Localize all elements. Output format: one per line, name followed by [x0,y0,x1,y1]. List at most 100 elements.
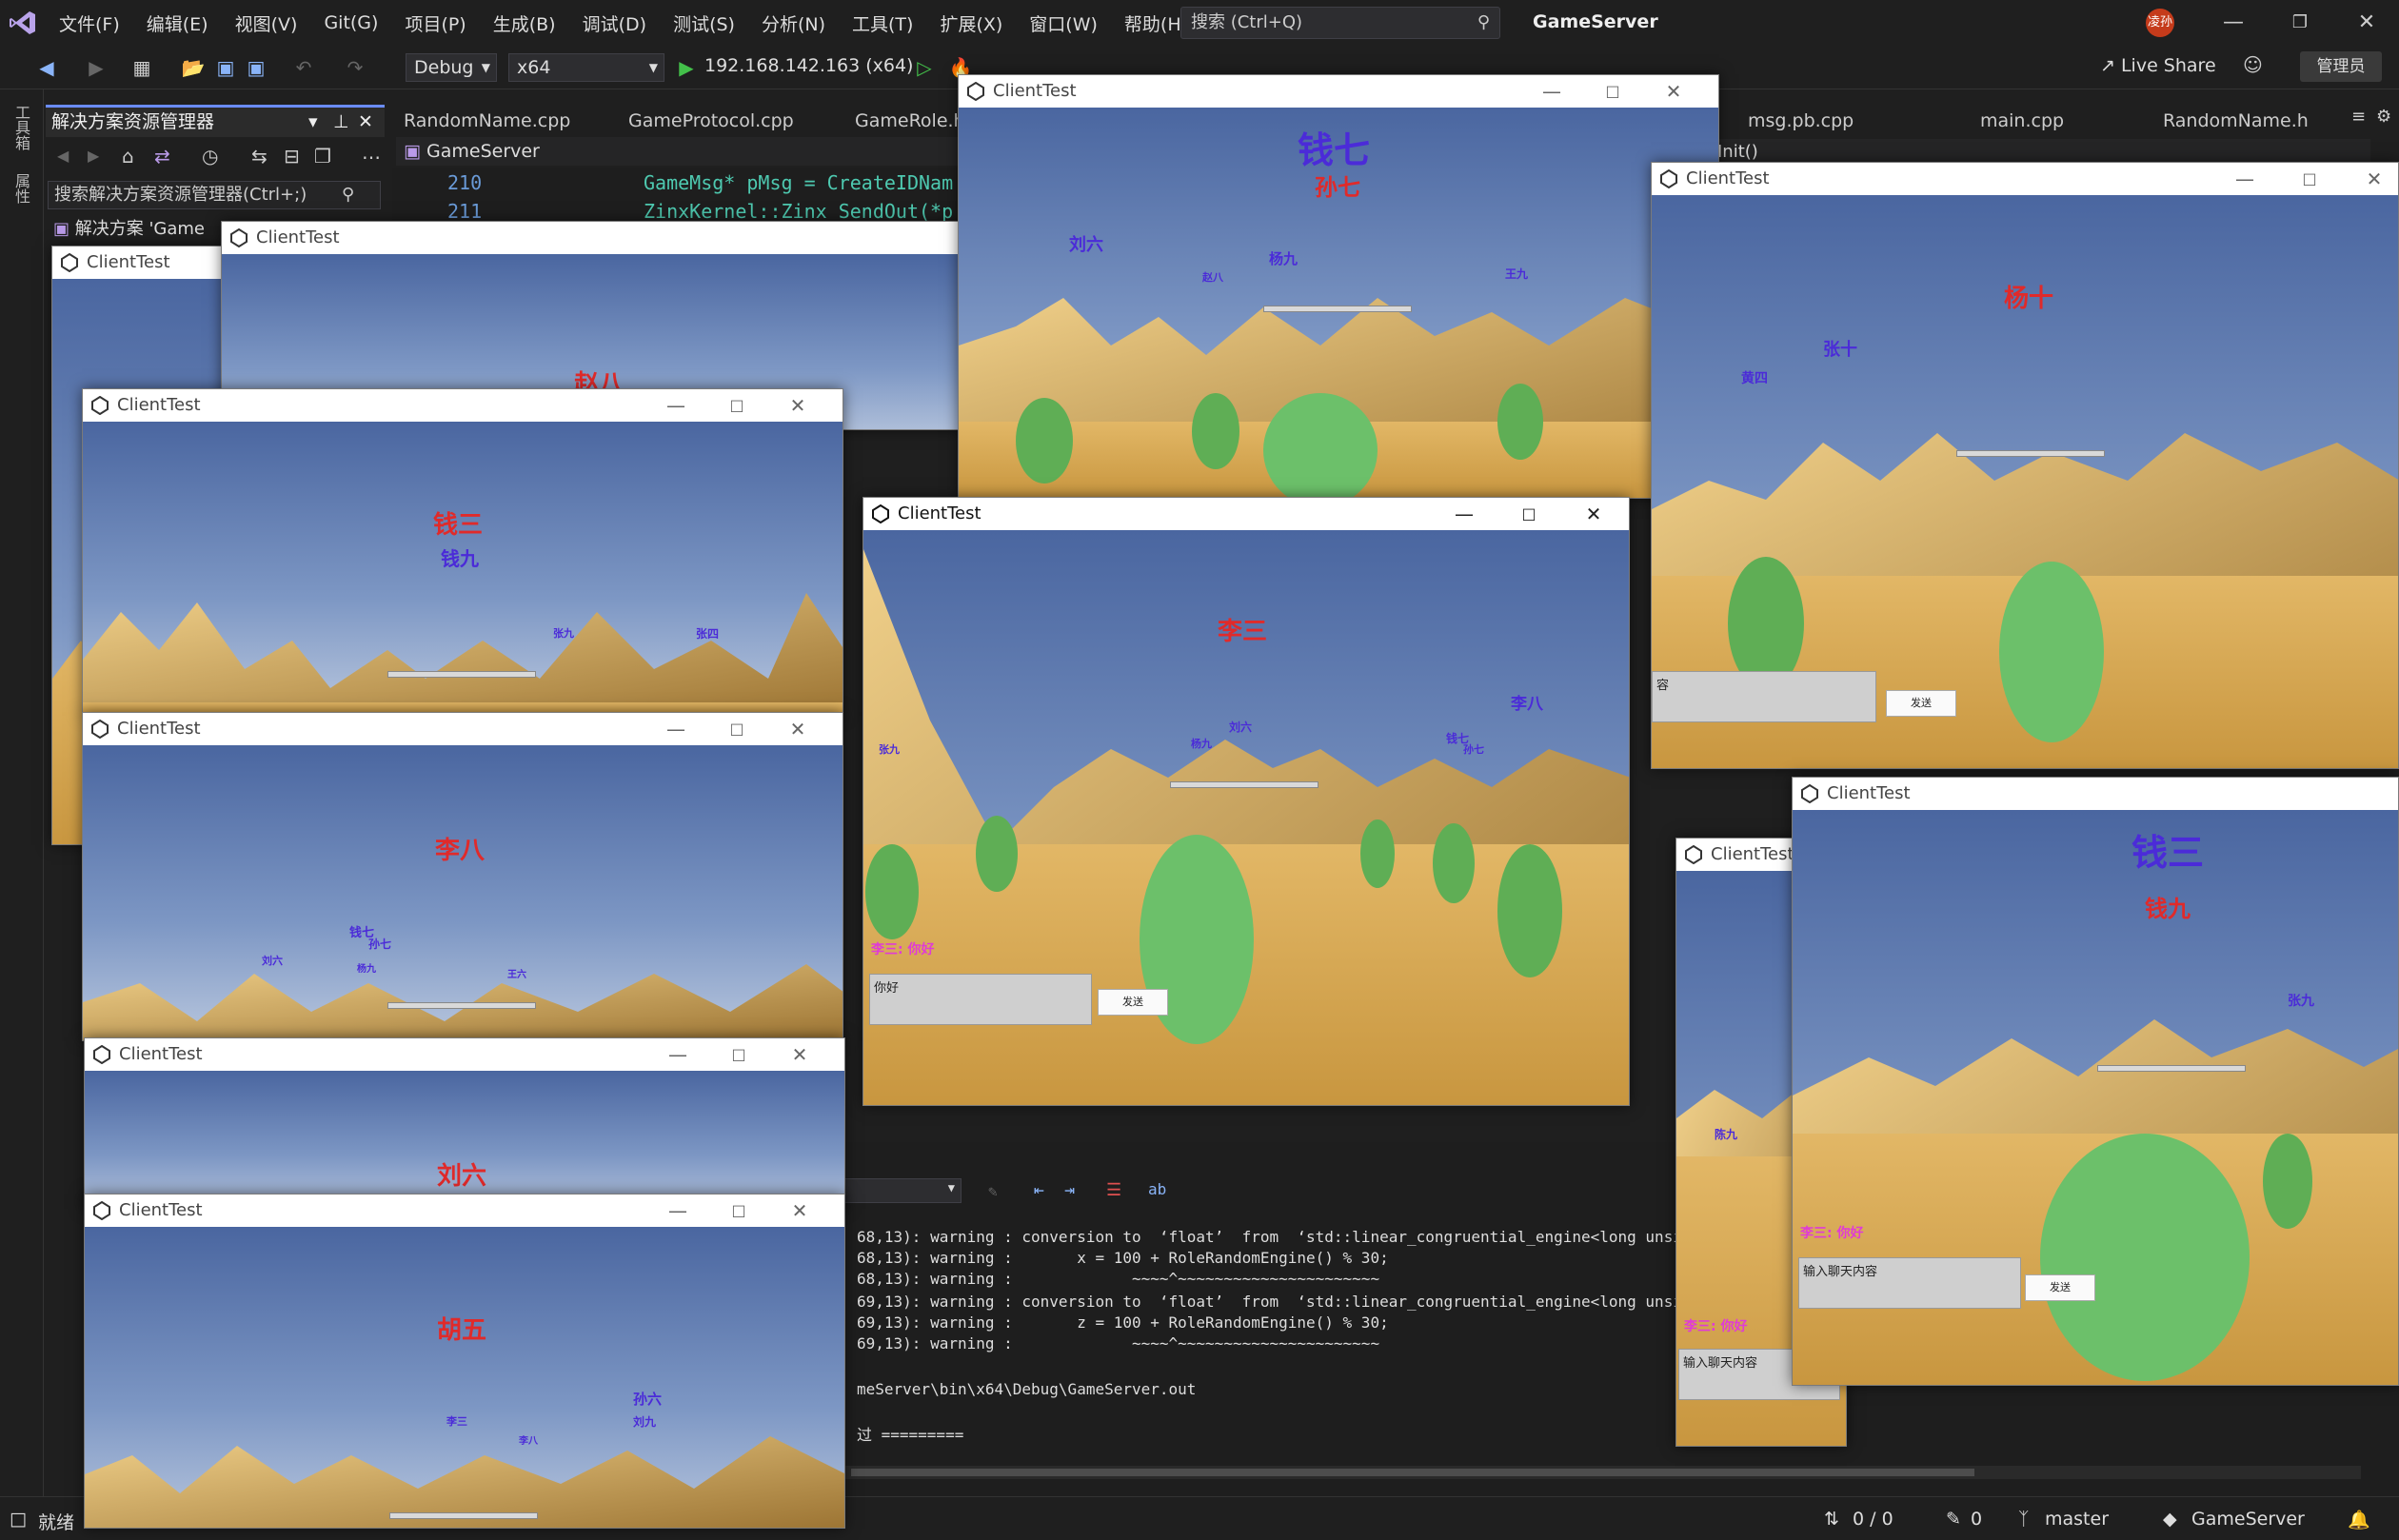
breadcrumb[interactable]: ▣ GameServer [396,137,967,166]
sync-icon[interactable]: ⇆ [251,145,268,168]
show-all-files-icon[interactable]: ❐ [314,145,331,168]
redo-icon[interactable]: ↷ [343,55,367,80]
history-icon[interactable]: ◷ [202,145,218,168]
close-icon[interactable]: ✕ [778,1196,822,1225]
window-titlebar[interactable]: ClientTest — □ ✕ [959,75,1718,108]
chat-input[interactable]: 输入聊天内容 [1798,1257,2021,1309]
code-editor[interactable]: 210 GameMsg* pMsg = CreateIDNam 211 Zinx… [392,168,963,225]
next-message-icon[interactable]: ⇥ [1064,1180,1075,1200]
admin-button[interactable]: 管理员 [2300,51,2382,82]
client-window[interactable]: ClientTest — □ ✕ 李八 钱七 孙七 刘六 杨九 王六 [82,712,843,1041]
maximize-icon[interactable]: □ [717,1040,761,1069]
tab-list-icon[interactable]: ≡ [2351,107,2366,127]
solution-tree-item[interactable]: ▣ 解决方案 'Game [53,215,205,240]
game-viewport[interactable]: 钱三 钱九 张九 李三: 你好 输入聊天内容 发送 [1793,810,2398,1385]
game-viewport[interactable]: 李三 李八 刘六 杨九 钱七 孙七 张九 李三: 你好 你好 发送 [863,530,1629,1105]
live-share-button[interactable]: ↗ Live Share [2100,55,2216,76]
back-icon[interactable]: ◀ [57,147,69,165]
minimize-icon[interactable]: — [654,391,698,420]
client-window[interactable]: ClientTest 钱三 钱九 张九 李三: 你好 输入聊天内容 发送 [1792,777,2399,1386]
word-wrap-icon[interactable]: ab [1148,1180,1166,1198]
configuration-select[interactable]: Debug ▼ [406,53,497,82]
client-window[interactable]: ClientTest — □ ✕ 钱三 钱九 张九 张四 [82,388,843,716]
window-titlebar[interactable]: ClientTest [1793,778,2398,810]
status-repo[interactable]: GameServer [2191,1509,2305,1530]
close-icon[interactable]: ✕ [776,715,820,743]
open-folder-icon[interactable]: 📂 [181,55,206,80]
collapse-all-icon[interactable]: ⊟ [284,145,300,168]
menu-test[interactable]: 测试(S) [660,10,748,36]
solution-search-input[interactable]: 搜索解决方案资源管理器(Ctrl+;) ⚲ [48,181,381,209]
forward-icon[interactable]: ▶ [88,147,99,165]
status-branch[interactable]: master [2045,1509,2109,1530]
output-scrollbar[interactable] [838,1466,2361,1479]
window-titlebar[interactable]: ClientTest — □ ✕ [863,498,1629,530]
save-all-icon[interactable]: ▣ [244,55,268,80]
send-button[interactable]: 发送 [2025,1274,2095,1301]
tab-randomname-cpp[interactable]: RandomName.cpp [392,107,613,135]
client-window[interactable]: ClientTest — □ ✕ 胡五 孙六 刘九 李三 李八 [84,1194,845,1529]
minimize-icon[interactable]: — [656,1196,700,1225]
minimize-icon[interactable]: — [2207,0,2260,46]
search-input[interactable]: 搜索 (Ctrl+Q) ⚲ [1180,7,1500,39]
menu-git[interactable]: Git(G) [310,12,391,33]
menu-analyze[interactable]: 分析(N) [748,10,839,36]
client-window[interactable]: ClientTest — □ ✕ 杨十 张十 黄四 容 发送 [1651,162,2399,769]
save-icon[interactable]: ▣ [213,55,238,80]
tab-main-cpp[interactable]: main.cpp [1969,107,2150,135]
close-icon[interactable]: ✕ [2352,165,2396,193]
properties-tab[interactable]: 属性 [11,173,32,204]
window-titlebar[interactable]: ClientTest [52,247,231,279]
restore-icon[interactable]: ❐ [2273,0,2327,46]
vs-switch-icon[interactable]: ⇄ [154,145,170,168]
platform-select[interactable]: x64 ▼ [508,53,664,82]
maximize-icon[interactable]: □ [1591,77,1635,106]
menu-edit[interactable]: 编辑(E) [133,10,222,36]
window-titlebar[interactable]: ClientTest — □ ✕ [1652,163,2398,195]
close-icon[interactable]: ✕ [778,1040,822,1069]
menu-project[interactable]: 项目(P) [391,10,479,36]
maximize-icon[interactable]: □ [715,391,759,420]
window-titlebar[interactable]: ClientTest — □ ✕ [83,389,843,422]
forward-icon[interactable]: ▶ [84,55,109,80]
status-lines[interactable]: 0 / 0 [1853,1509,1893,1530]
minimize-icon[interactable]: — [2223,165,2267,193]
menu-extensions[interactable]: 扩展(X) [926,10,1016,36]
game-viewport[interactable]: 李八 钱七 孙七 刘六 杨九 王六 [83,745,843,1040]
tab-randomname-h[interactable]: RandomName.h [2151,107,2359,135]
undo-icon[interactable]: ↶ [291,55,316,80]
status-changes[interactable]: 0 [1971,1509,1982,1530]
clear-output-icon[interactable]: ✎ [988,1182,998,1200]
dropdown-icon[interactable]: ▾ [308,108,318,136]
avatar[interactable]: 凌孙 [2146,9,2174,37]
chat-input[interactable]: 容 [1652,671,1876,722]
menu-view[interactable]: 视图(V) [222,10,311,36]
pin-icon[interactable]: ⊥ [333,108,349,136]
run-target[interactable]: 192.168.142.163 (x64) [704,55,913,76]
menu-file[interactable]: 文件(F) [46,10,133,36]
window-titlebar[interactable]: ClientTest — □ ✕ [85,1194,844,1227]
scrollbar-thumb[interactable] [851,1469,1974,1476]
game-viewport[interactable]: 胡五 孙六 刘九 李三 李八 [85,1227,844,1528]
close-icon[interactable]: ✕ [1572,500,1616,528]
close-icon[interactable]: ✕ [1652,77,1695,106]
maximize-icon[interactable]: □ [715,715,759,743]
send-button[interactable]: 发送 [1886,690,1956,717]
minimize-icon[interactable]: — [656,1040,700,1069]
tab-gameprotocol-cpp[interactable]: GameProtocol.cpp [617,107,842,135]
maximize-icon[interactable]: □ [1507,500,1551,528]
close-icon[interactable]: ✕ [2340,0,2393,46]
menu-build[interactable]: 生成(B) [480,10,569,36]
game-viewport[interactable]: 钱三 钱九 张九 张四 [83,422,843,715]
notification-icon[interactable]: 🔔 [2348,1509,2370,1530]
output-source-select[interactable]: ▼ [838,1178,962,1203]
chat-input[interactable]: 你好 [869,974,1092,1025]
game-viewport[interactable]: 刘六 [85,1071,844,1208]
close-icon[interactable]: ✕ [776,391,820,420]
menu-debug[interactable]: 调试(D) [569,10,660,36]
client-window[interactable]: ClientTest — □ ✕ 刘六 [84,1037,845,1209]
send-button[interactable]: 发送 [1098,989,1168,1016]
settings-icon[interactable]: ⚙ [2376,107,2391,127]
new-project-icon[interactable]: ▦ [129,55,154,80]
window-titlebar[interactable]: ClientTest [222,222,962,254]
